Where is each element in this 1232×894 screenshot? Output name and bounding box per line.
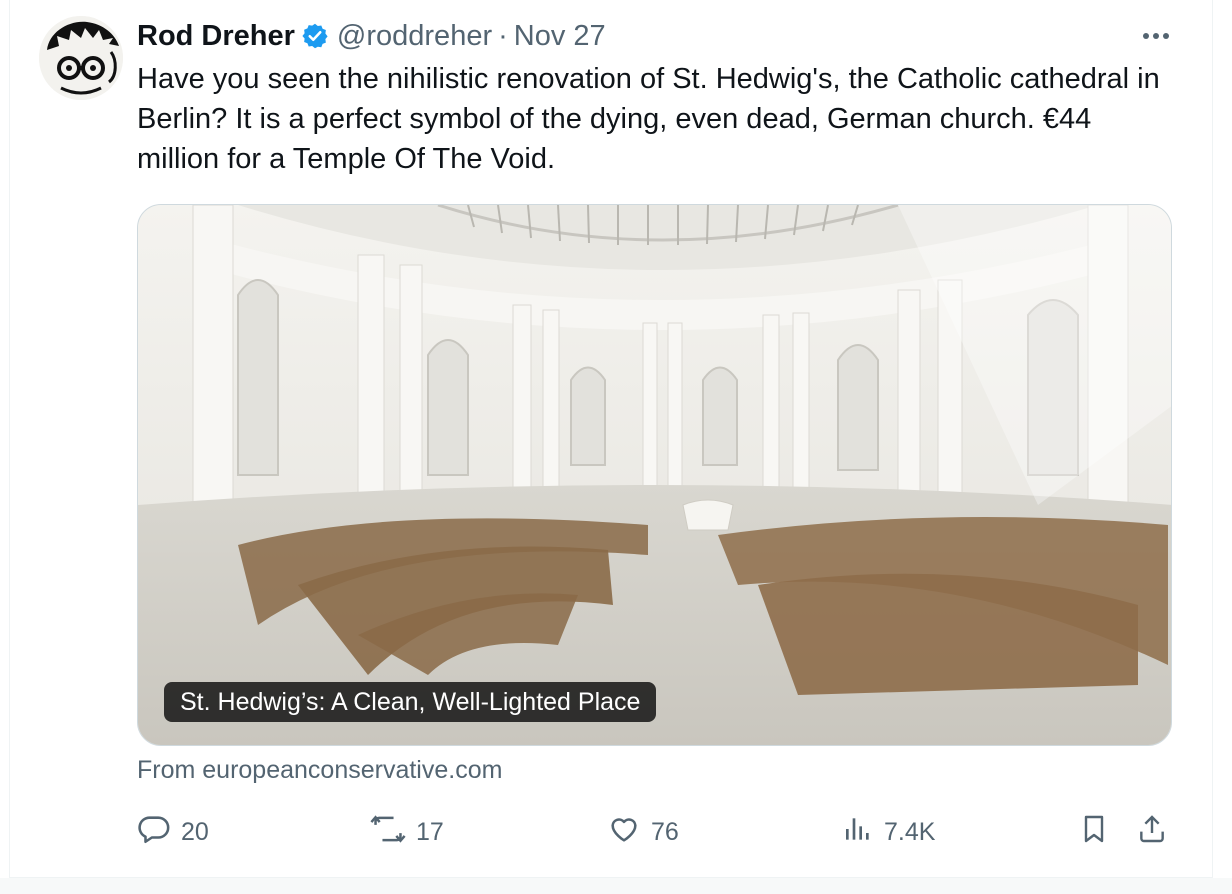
share-upload-icon (1136, 812, 1168, 853)
repost-arrows-icon (370, 812, 406, 853)
repost-count: 17 (416, 817, 444, 846)
tweet-text: Have you seen the nihilistic renovation … (137, 63, 1160, 175)
bar-chart-icon (842, 812, 874, 853)
share-button[interactable] (1136, 808, 1168, 856)
reply-bubble-icon (137, 812, 171, 853)
author-name[interactable]: Rod Dreher (137, 20, 295, 53)
views-button[interactable]: 7.4K (842, 808, 935, 856)
tweet-header: Rod Dreher @roddreher · Nov 27 (137, 16, 606, 56)
heart-icon (607, 812, 641, 853)
verified-badge-icon[interactable] (301, 22, 329, 50)
reply-count: 20 (181, 817, 209, 846)
like-button[interactable]: 76 (607, 808, 679, 856)
author-avatar[interactable] (39, 16, 123, 100)
link-card-caption[interactable]: St. Hedwig’s: A Clean, Well-Lighted Plac… (164, 682, 657, 722)
link-source[interactable]: From europeanconservative.com (137, 756, 502, 785)
tweet-actions: 20 17 76 7.4K (0, 808, 1232, 856)
next-tweet-divider (0, 878, 1232, 894)
more-dots-icon[interactable] (1136, 22, 1176, 50)
reply-button[interactable]: 20 (137, 808, 209, 856)
like-count: 76 (651, 817, 679, 846)
header-separator: · (498, 19, 508, 52)
repost-button[interactable]: 17 (370, 808, 444, 856)
tweet-date[interactable]: Nov 27 (514, 20, 606, 53)
bookmark-icon (1078, 812, 1110, 853)
views-count: 7.4K (884, 817, 936, 846)
link-card-image[interactable] (137, 204, 1172, 746)
author-handle[interactable]: @roddreher (337, 20, 492, 53)
bookmark-button[interactable] (1078, 808, 1110, 856)
